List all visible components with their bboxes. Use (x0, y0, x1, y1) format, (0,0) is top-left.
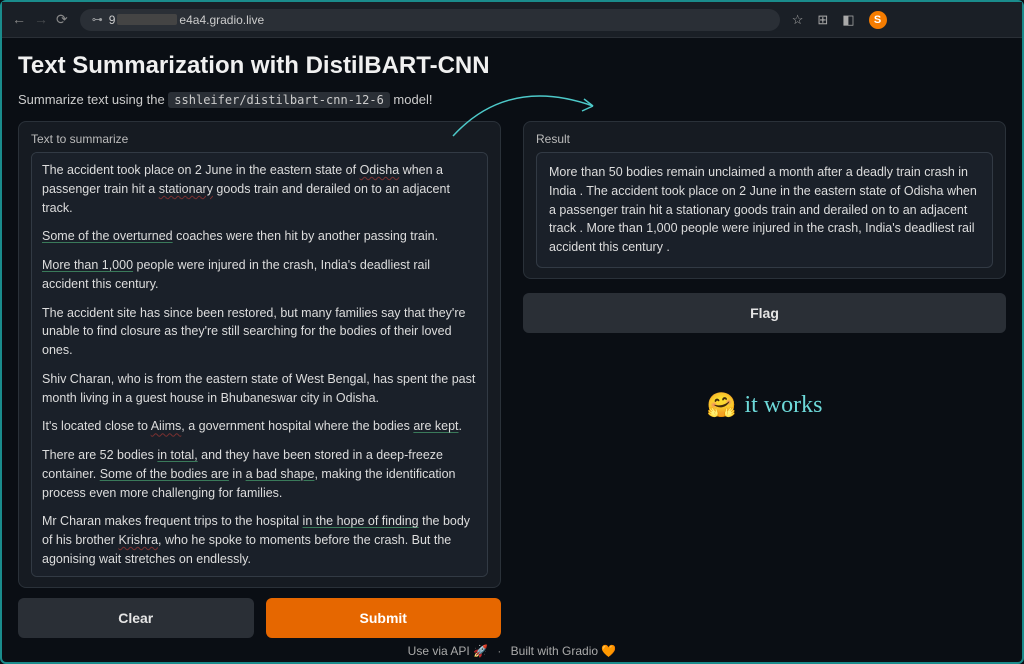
profile-avatar[interactable]: S (869, 11, 887, 29)
site-info-icon: ⊶ (92, 13, 103, 26)
bookmark-icon[interactable]: ☆ (792, 12, 804, 28)
url-bar[interactable]: ⊶ 9 xxxx e4a4.gradio.live (80, 9, 780, 31)
button-row: Clear Submit (18, 598, 501, 638)
forward-icon[interactable]: → (34, 11, 48, 28)
annotation-emoji: 🤗 (707, 391, 737, 420)
annotation-text: it works (744, 392, 822, 419)
browser-nav: ← → ⟳ (12, 11, 68, 28)
output-column: Result More than 50 bodies remain unclai… (523, 121, 1006, 638)
reload-icon[interactable]: ⟳ (56, 11, 68, 28)
submit-button[interactable]: Submit (266, 598, 502, 638)
sidepanel-icon[interactable]: ◧ (842, 12, 854, 28)
back-icon[interactable]: ← (12, 11, 26, 28)
url-prefix: 9 (109, 13, 116, 27)
flag-button[interactable]: Flag (523, 293, 1006, 333)
page-title: Text Summarization with DistilBART-CNN (18, 52, 1006, 80)
output-panel: Result More than 50 bodies remain unclai… (523, 121, 1006, 279)
browser-bar: ← → ⟳ ⊶ 9 xxxx e4a4.gradio.live ☆ ⊞ ◧ S (2, 2, 1022, 38)
input-textarea[interactable]: The accident took place on 2 June in the… (31, 152, 488, 577)
footer: Use via API 🚀 · Built with Gradio 🧡 (18, 638, 1006, 662)
footer-api-link[interactable]: Use via API 🚀 (408, 644, 488, 658)
input-label: Text to summarize (31, 132, 488, 146)
subtitle-pre: Summarize text using the (18, 92, 168, 107)
input-column: Text to summarize The accident took plac… (18, 121, 501, 638)
columns: Text to summarize The accident took plac… (18, 121, 1006, 638)
clear-button[interactable]: Clear (18, 598, 254, 638)
footer-sep: · (497, 644, 501, 658)
url-suffix: e4a4.gradio.live (179, 13, 264, 27)
input-panel: Text to summarize The accident took plac… (18, 121, 501, 588)
output-label: Result (536, 132, 993, 146)
page-subtitle: Summarize text using the sshleifer/disti… (18, 92, 1006, 107)
model-name-code: sshleifer/distilbart-cnn-12-6 (168, 92, 390, 108)
app-container: Text Summarization with DistilBART-CNN S… (2, 38, 1022, 662)
output-text: More than 50 bodies remain unclaimed a m… (536, 152, 993, 268)
url-obscured: xxxx (117, 14, 177, 25)
subtitle-post: model! (390, 92, 433, 107)
browser-actions: ☆ ⊞ ◧ S (792, 11, 887, 29)
extensions-icon[interactable]: ⊞ (817, 12, 828, 28)
annotation-callout: 🤗 it works (707, 391, 823, 420)
footer-gradio-link[interactable]: Built with Gradio 🧡 (511, 644, 617, 658)
